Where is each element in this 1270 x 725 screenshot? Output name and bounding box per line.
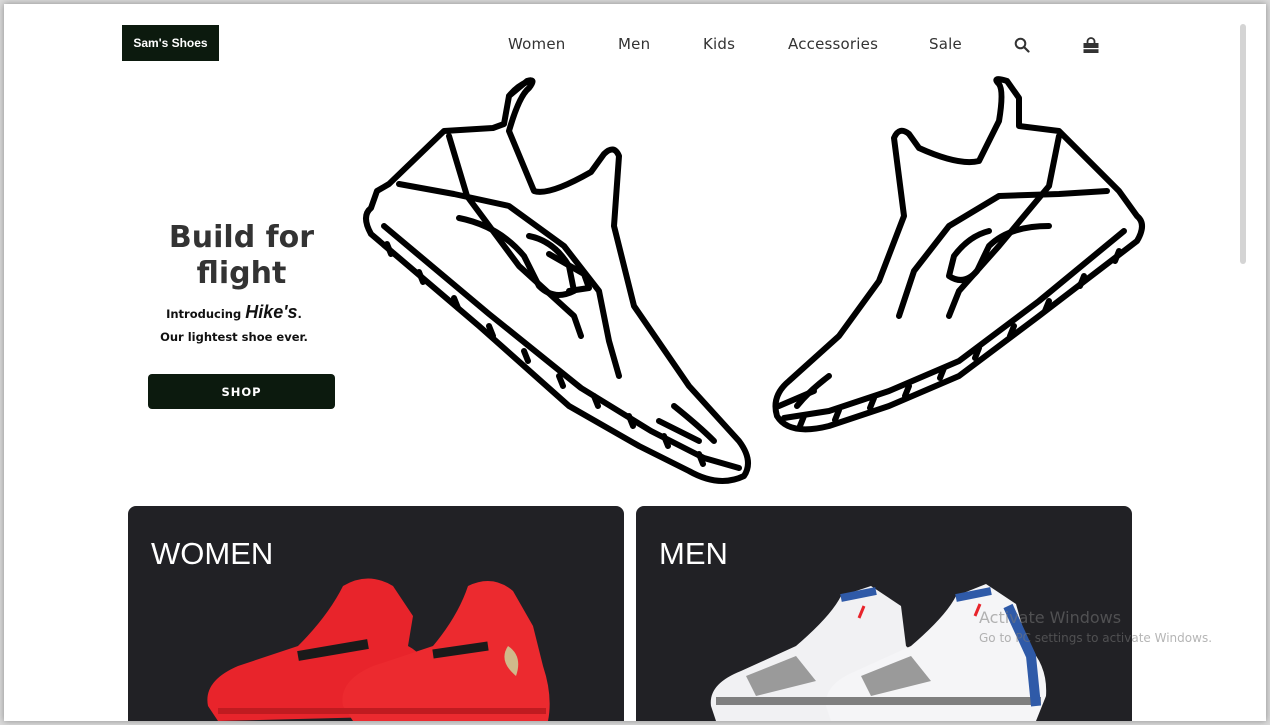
hero-subtitle: Our lightest shoe ever. [160, 330, 308, 344]
hero-intro: Introducing Hike's. [124, 302, 344, 323]
watermark-line2: Go to PC settings to activate Windows. [979, 631, 1213, 645]
nav-women[interactable]: Women [508, 35, 565, 53]
hero-title: Build for flight [144, 220, 339, 292]
right-shoe-outline [772, 76, 1145, 433]
hero-title-line1: Build for [168, 220, 315, 255]
hero-shoes-illustration [363, 76, 1145, 484]
shop-button[interactable]: SHOP [148, 374, 335, 409]
category-card-women[interactable]: WOMEN [128, 506, 624, 721]
scrollbar-thumb[interactable] [1240, 24, 1246, 264]
browser-page: Sam's Shoes Women Men Kids Accessories S… [4, 4, 1266, 721]
women-shoe-image [207, 578, 550, 721]
left-shoe-outline [363, 77, 751, 484]
shopping-bag-icon[interactable] [1082, 37, 1100, 59]
nav-accessories[interactable]: Accessories [788, 35, 878, 53]
hero-title-line2: flight [196, 256, 287, 291]
nav-sale[interactable]: Sale [929, 35, 962, 53]
intro-prefix: Introducing [166, 307, 242, 321]
brand-name: Hike's [245, 302, 298, 322]
nav-men[interactable]: Men [618, 35, 650, 53]
intro-suffix: . [297, 307, 302, 321]
nav-kids[interactable]: Kids [703, 35, 735, 53]
search-icon[interactable] [1014, 37, 1030, 58]
watermark-line1: Activate Windows [979, 608, 1122, 627]
main-nav: Women Men Kids Accessories Sale [4, 35, 1266, 57]
